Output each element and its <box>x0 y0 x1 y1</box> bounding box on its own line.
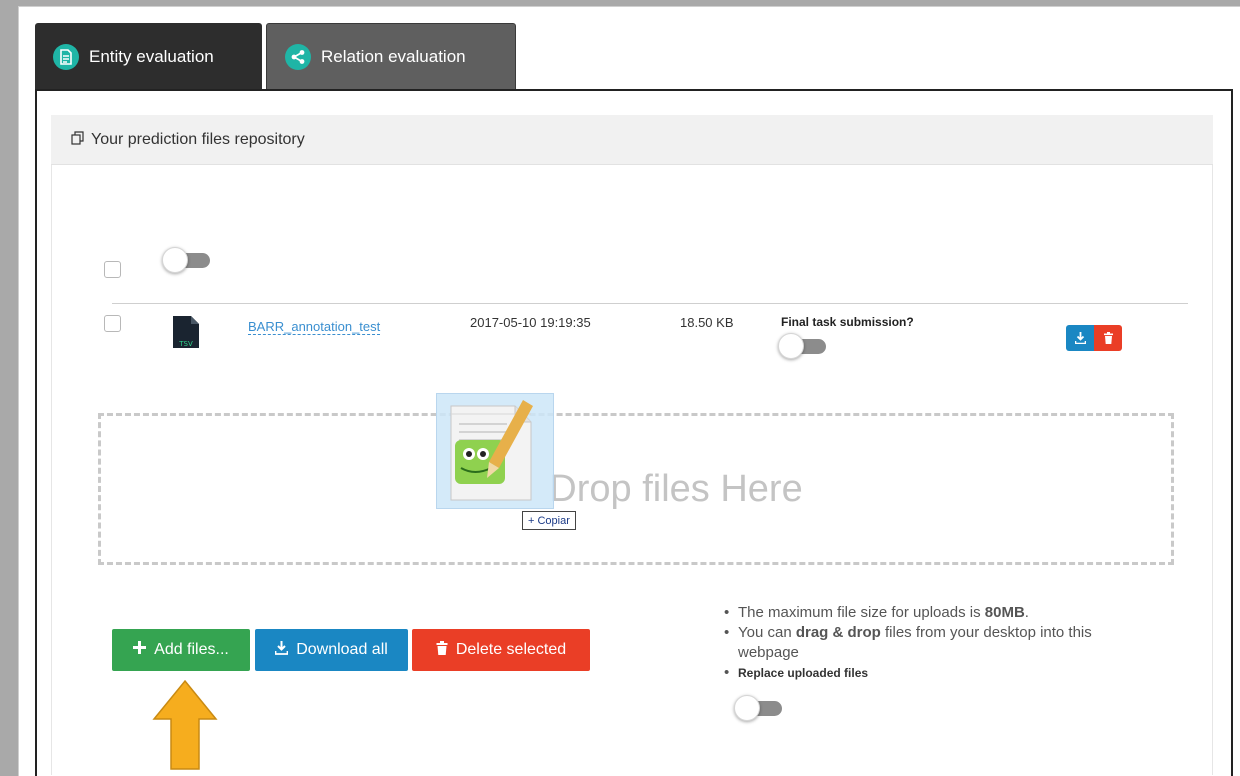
tab-label: Entity evaluation <box>89 47 214 66</box>
share-icon <box>285 44 311 70</box>
file-row-checkbox[interactable] <box>104 315 121 332</box>
select-all-toggle[interactable] <box>162 247 212 273</box>
file-name-link[interactable]: BARR_annotation_test <box>248 319 381 335</box>
add-files-label: Add files... <box>154 641 229 658</box>
copy-icon <box>71 130 85 149</box>
download-icon <box>1074 332 1086 344</box>
replace-note: Replace uploaded files <box>718 663 1138 683</box>
toggle-knob <box>778 333 804 359</box>
file-panel: TSV BARR_annotation_test 2017-05-10 19:1… <box>51 165 1213 775</box>
delete-file-button[interactable] <box>1094 325 1122 351</box>
max-size-note: The maximum file size for uploads is 80M… <box>718 603 1138 623</box>
final-submission-label: Final task submission? <box>781 315 914 329</box>
orange-up-arrow <box>152 679 218 771</box>
row-divider <box>112 303 1188 304</box>
final-submission-toggle[interactable] <box>778 333 828 359</box>
repository-title: Your prediction files repository <box>91 130 305 148</box>
trash-icon <box>1103 332 1113 344</box>
max-size-text: The maximum file size for uploads is <box>738 604 985 621</box>
page-frame: Entity evaluation Relation evaluation Yo… <box>18 6 1240 776</box>
dragged-file-preview <box>436 393 554 509</box>
replace-uploaded-toggle[interactable] <box>734 695 784 721</box>
toggle-knob <box>734 695 760 721</box>
max-size-value: 80MB <box>984 604 1025 621</box>
tab-content: Your prediction files repository TSV BAR… <box>35 89 1233 776</box>
download-file-button[interactable] <box>1066 325 1094 351</box>
add-files-button[interactable]: Add files... <box>112 629 250 671</box>
tab-label: Relation evaluation <box>321 47 466 66</box>
notepad-plus-plus-icon <box>450 400 533 501</box>
file-size: 18.50 KB <box>680 315 734 330</box>
select-all-checkbox[interactable] <box>104 261 121 278</box>
drag-bold: drag & drop <box>795 624 881 641</box>
delete-selected-label: Delete selected <box>455 641 567 658</box>
toggle-knob <box>162 247 188 273</box>
download-all-button[interactable]: Download all <box>255 629 408 671</box>
delete-selected-button[interactable]: Delete selected <box>412 629 590 671</box>
drag-drop-note: You can drag & drop files from your desk… <box>718 623 1138 663</box>
file-date: 2017-05-10 19:19:35 <box>470 315 591 330</box>
download-icon <box>274 640 289 660</box>
drop-zone-text: Drop files Here <box>549 467 803 510</box>
svg-text:TSV: TSV <box>178 340 193 348</box>
download-all-label: Download all <box>296 641 388 658</box>
tab-entity-evaluation[interactable]: Entity evaluation <box>35 23 262 91</box>
replace-uploaded-label: Replace uploaded files <box>738 666 869 680</box>
plus-icon <box>133 641 147 659</box>
max-size-suffix: . <box>1024 604 1029 621</box>
document-icon <box>53 44 79 70</box>
drop-zone[interactable]: Drop files Here <box>98 413 1174 565</box>
drag-prefix: You can <box>738 624 796 641</box>
copy-drag-badge: + Copiar <box>522 511 576 530</box>
trash-icon <box>436 640 448 660</box>
repository-header: Your prediction files repository <box>51 115 1213 165</box>
tsv-file-icon: TSV <box>172 315 200 349</box>
upload-info: The maximum file size for uploads is 80M… <box>718 603 1138 721</box>
tab-relation-evaluation[interactable]: Relation evaluation <box>266 23 516 91</box>
